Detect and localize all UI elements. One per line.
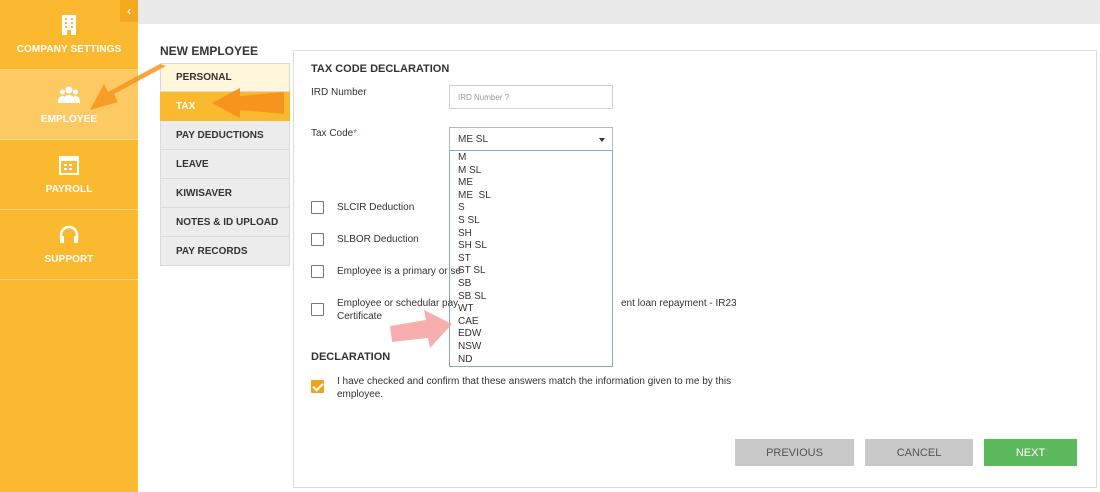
building-icon	[62, 15, 76, 35]
tax-code-option[interactable]: S SL	[450, 215, 612, 228]
primary-employee-label: Employee is a primary or se	[337, 266, 461, 277]
tax-code-option[interactable]: SH	[450, 228, 612, 241]
users-icon	[58, 86, 80, 103]
sidebar-item-label: COMPANY SETTINGS	[16, 44, 122, 55]
ir23-certificate-label-line1-end: ent loan repayment - IR23	[621, 298, 737, 309]
annotation-arrow-tax-tab	[212, 88, 284, 118]
tax-code-option[interactable]: ME	[450, 177, 612, 190]
sidebar-item-support[interactable]: SUPPORT	[0, 210, 138, 280]
calendar-icon	[59, 156, 79, 175]
ir23-certificate-label-line2: Certificate	[337, 311, 383, 322]
slbor-deduction-checkbox[interactable]	[311, 233, 324, 246]
tax-code-option[interactable]: M	[450, 152, 612, 165]
next-button[interactable]: NEXT	[984, 439, 1077, 466]
tax-code-option[interactable]: M SL	[450, 165, 612, 178]
declaration-heading: DECLARATION	[311, 351, 391, 363]
cancel-button[interactable]: CANCEL	[865, 439, 973, 466]
declaration-text-line2: employee.	[337, 389, 384, 400]
tab-leave[interactable]: LEAVE	[160, 150, 290, 179]
ird-number-label: IRD Number	[311, 87, 367, 98]
tax-code-option[interactable]: WT	[450, 303, 612, 316]
tax-code-option[interactable]: ST SL	[450, 265, 612, 278]
tax-code-option[interactable]: ME SL	[450, 190, 612, 203]
tax-code-option[interactable]: ST	[450, 253, 612, 266]
tab-pay-records[interactable]: PAY RECORDS	[160, 237, 290, 266]
tax-code-select[interactable]: ME SL	[449, 127, 613, 151]
ir23-certificate-checkbox[interactable]	[311, 303, 324, 316]
headset-icon	[59, 225, 79, 243]
tax-code-option[interactable]: SH SL	[450, 240, 612, 253]
annotation-arrow-employee-icon	[90, 64, 166, 110]
ird-number-placeholder: IRD Number ?	[458, 92, 510, 102]
slbor-deduction-label: SLBOR Deduction	[337, 234, 419, 245]
tax-code-dropdown: M M SL ME ME SL S S SL SH SH SL ST ST SL…	[449, 150, 613, 367]
tax-code-option[interactable]: ND	[450, 354, 612, 367]
page-title: NEW EMPLOYEE	[160, 44, 259, 58]
slcir-deduction-label: SLCIR Deduction	[337, 202, 415, 213]
ird-number-input[interactable]: IRD Number ?	[449, 85, 613, 109]
previous-button[interactable]: PREVIOUS	[735, 439, 854, 466]
tab-pay-deductions[interactable]: PAY DEDUCTIONS	[160, 121, 290, 150]
slcir-deduction-checkbox[interactable]	[311, 201, 324, 214]
sidebar-item-payroll[interactable]: PAYROLL	[0, 140, 138, 210]
tax-code-option[interactable]: CAE	[450, 316, 612, 329]
tax-code-option[interactable]: EDW	[450, 328, 612, 341]
tax-code-label: Tax Code*	[311, 128, 357, 139]
tax-code-selected-value: ME SL	[458, 133, 489, 145]
tab-kiwisaver[interactable]: KIWISAVER	[160, 179, 290, 208]
tax-code-label-text: Tax Code	[311, 128, 354, 139]
tax-code-option[interactable]: SB SL	[450, 291, 612, 304]
tax-code-option[interactable]: S	[450, 202, 612, 215]
tax-code-declaration-heading: TAX CODE DECLARATION	[311, 63, 450, 75]
required-mark: *	[353, 128, 358, 139]
top-bar	[138, 0, 1100, 24]
tab-notes-id-upload[interactable]: NOTES & ID UPLOAD	[160, 208, 290, 237]
chevron-down-icon	[599, 138, 605, 142]
sidebar-item-label: PAYROLL	[45, 184, 93, 195]
declaration-text-line1: I have checked and confirm that these an…	[337, 376, 732, 387]
primary-employee-checkbox[interactable]	[311, 265, 324, 278]
tax-code-option[interactable]: NSW	[450, 341, 612, 354]
tax-code-option[interactable]: SB	[450, 278, 612, 291]
declaration-checkbox[interactable]	[311, 380, 324, 393]
annotation-arrow-cae-option	[390, 310, 452, 348]
sidebar-item-label: SUPPORT	[44, 254, 94, 265]
